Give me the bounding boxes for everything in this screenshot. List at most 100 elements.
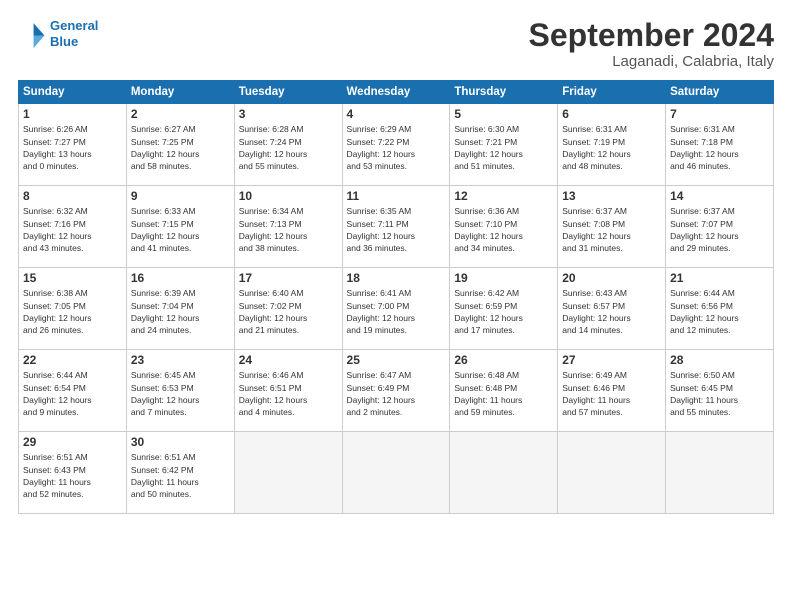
calendar-cell: 27Sunrise: 6:49 AMSunset: 6:46 PMDayligh… bbox=[558, 350, 666, 432]
calendar-cell: 24 Sunrise: 6:46 AMSunset: 6:51 PMDayligh… bbox=[234, 350, 342, 432]
header: General Blue September 2024 Laganadi, Ca… bbox=[18, 18, 774, 70]
day-info: Sunrise: 6:51 AMSunset: 6:43 PMDaylight:… bbox=[23, 451, 122, 500]
day-info: Sunrise: 6:42 AMSunset: 6:59 PMDaylight:… bbox=[454, 287, 553, 336]
title-block: September 2024 Laganadi, Calabria, Italy bbox=[529, 18, 774, 70]
day-number: 25 bbox=[347, 353, 446, 367]
calendar-cell: 15 Sunrise: 6:38 AMSunset: 7:05 PMDayligh… bbox=[19, 268, 127, 350]
day-info: Sunrise: 6:50 AMSunset: 6:45 PMDaylight:… bbox=[670, 369, 769, 418]
day-number: 15 bbox=[23, 271, 122, 285]
day-number: 22 bbox=[23, 353, 122, 367]
logo-line1: General bbox=[50, 18, 98, 33]
day-info: Sunrise: 6:38 AMSunset: 7:05 PMDaylight:… bbox=[23, 287, 122, 336]
logo-line2: Blue bbox=[50, 34, 98, 50]
calendar-cell: 18Sunrise: 6:41 AMSunset: 7:00 PMDayligh… bbox=[342, 268, 450, 350]
calendar-cell: 23 Sunrise: 6:45 AMSunset: 6:53 PMDayligh… bbox=[126, 350, 234, 432]
weekday-header-tuesday: Tuesday bbox=[234, 81, 342, 104]
day-number: 4 bbox=[347, 107, 446, 121]
weekday-header-thursday: Thursday bbox=[450, 81, 558, 104]
weekday-header-saturday: Saturday bbox=[666, 81, 774, 104]
calendar-cell: 1Sunrise: 6:26 AMSunset: 7:27 PMDaylight… bbox=[19, 104, 127, 186]
day-info: Sunrise: 6:37 AMSunset: 7:07 PMDaylight:… bbox=[670, 205, 769, 254]
day-info: Sunrise: 6:33 AMSunset: 7:15 PMDaylight:… bbox=[131, 205, 230, 254]
calendar-cell: 13Sunrise: 6:37 AMSunset: 7:08 PMDayligh… bbox=[558, 186, 666, 268]
calendar-cell: 25 Sunrise: 6:47 AMSunset: 6:49 PMDayligh… bbox=[342, 350, 450, 432]
calendar-cell: 5Sunrise: 6:30 AMSunset: 7:21 PMDaylight… bbox=[450, 104, 558, 186]
day-info: Sunrise: 6:41 AMSunset: 7:00 PMDaylight:… bbox=[347, 287, 446, 336]
calendar-cell bbox=[558, 432, 666, 514]
day-info: Sunrise: 6:43 AMSunset: 6:57 PMDaylight:… bbox=[562, 287, 661, 336]
day-info: Sunrise: 6:47 AMSunset: 6:49 PMDaylight:… bbox=[347, 369, 446, 418]
day-info: Sunrise: 6:27 AMSunset: 7:25 PMDaylight:… bbox=[131, 123, 230, 172]
week-row-1: 8Sunrise: 6:32 AMSunset: 7:16 PMDaylight… bbox=[19, 186, 774, 268]
day-info: Sunrise: 6:31 AMSunset: 7:19 PMDaylight:… bbox=[562, 123, 661, 172]
calendar-cell: 16Sunrise: 6:39 AMSunset: 7:04 PMDayligh… bbox=[126, 268, 234, 350]
calendar-cell: 14 Sunrise: 6:37 AMSunset: 7:07 PMDayligh… bbox=[666, 186, 774, 268]
calendar-cell: 2 Sunrise: 6:27 AMSunset: 7:25 PMDaylight… bbox=[126, 104, 234, 186]
day-number: 10 bbox=[239, 189, 338, 203]
day-info: Sunrise: 6:48 AMSunset: 6:48 PMDaylight:… bbox=[454, 369, 553, 418]
day-number: 27 bbox=[562, 353, 661, 367]
day-info: Sunrise: 6:45 AMSunset: 6:53 PMDaylight:… bbox=[131, 369, 230, 418]
calendar-cell: 6 Sunrise: 6:31 AMSunset: 7:19 PMDaylight… bbox=[558, 104, 666, 186]
day-number: 26 bbox=[454, 353, 553, 367]
day-number: 6 bbox=[562, 107, 661, 121]
day-info: Sunrise: 6:26 AMSunset: 7:27 PMDaylight:… bbox=[23, 123, 122, 172]
logo-text: General Blue bbox=[50, 18, 98, 49]
day-number: 21 bbox=[670, 271, 769, 285]
day-number: 2 bbox=[131, 107, 230, 121]
day-number: 3 bbox=[239, 107, 338, 121]
day-info: Sunrise: 6:44 AMSunset: 6:56 PMDaylight:… bbox=[670, 287, 769, 336]
day-number: 29 bbox=[23, 435, 122, 449]
calendar-cell: 11Sunrise: 6:35 AMSunset: 7:11 PMDayligh… bbox=[342, 186, 450, 268]
calendar-cell: 7 Sunrise: 6:31 AMSunset: 7:18 PMDaylight… bbox=[666, 104, 774, 186]
weekday-header-wednesday: Wednesday bbox=[342, 81, 450, 104]
day-info: Sunrise: 6:30 AMSunset: 7:21 PMDaylight:… bbox=[454, 123, 553, 172]
logo: General Blue bbox=[18, 18, 98, 49]
calendar-cell: 29 Sunrise: 6:51 AMSunset: 6:43 PMDayligh… bbox=[19, 432, 127, 514]
day-number: 28 bbox=[670, 353, 769, 367]
day-info: Sunrise: 6:40 AMSunset: 7:02 PMDaylight:… bbox=[239, 287, 338, 336]
calendar-cell: 9 Sunrise: 6:33 AMSunset: 7:15 PMDaylight… bbox=[126, 186, 234, 268]
weekday-header-sunday: Sunday bbox=[19, 81, 127, 104]
day-info: Sunrise: 6:35 AMSunset: 7:11 PMDaylight:… bbox=[347, 205, 446, 254]
day-number: 9 bbox=[131, 189, 230, 203]
day-number: 23 bbox=[131, 353, 230, 367]
logo-icon bbox=[18, 20, 46, 48]
calendar-cell: 8Sunrise: 6:32 AMSunset: 7:16 PMDaylight… bbox=[19, 186, 127, 268]
day-info: Sunrise: 6:37 AMSunset: 7:08 PMDaylight:… bbox=[562, 205, 661, 254]
calendar-cell bbox=[666, 432, 774, 514]
calendar-table: SundayMondayTuesdayWednesdayThursdayFrid… bbox=[18, 80, 774, 514]
month-title: September 2024 bbox=[529, 18, 774, 53]
day-number: 20 bbox=[562, 271, 661, 285]
day-number: 7 bbox=[670, 107, 769, 121]
day-number: 17 bbox=[239, 271, 338, 285]
week-row-2: 15 Sunrise: 6:38 AMSunset: 7:05 PMDayligh… bbox=[19, 268, 774, 350]
calendar-cell: 21 Sunrise: 6:44 AMSunset: 6:56 PMDayligh… bbox=[666, 268, 774, 350]
calendar-cell: 10 Sunrise: 6:34 AMSunset: 7:13 PMDayligh… bbox=[234, 186, 342, 268]
day-number: 12 bbox=[454, 189, 553, 203]
calendar-cell: 26 Sunrise: 6:48 AMSunset: 6:48 PMDayligh… bbox=[450, 350, 558, 432]
week-row-3: 22Sunrise: 6:44 AMSunset: 6:54 PMDayligh… bbox=[19, 350, 774, 432]
day-number: 8 bbox=[23, 189, 122, 203]
day-info: Sunrise: 6:34 AMSunset: 7:13 PMDaylight:… bbox=[239, 205, 338, 254]
weekday-header-row: SundayMondayTuesdayWednesdayThursdayFrid… bbox=[19, 81, 774, 104]
day-number: 30 bbox=[131, 435, 230, 449]
day-info: Sunrise: 6:39 AMSunset: 7:04 PMDaylight:… bbox=[131, 287, 230, 336]
calendar-cell bbox=[342, 432, 450, 514]
calendar-cell: 19Sunrise: 6:42 AMSunset: 6:59 PMDayligh… bbox=[450, 268, 558, 350]
weekday-header-monday: Monday bbox=[126, 81, 234, 104]
day-info: Sunrise: 6:46 AMSunset: 6:51 PMDaylight:… bbox=[239, 369, 338, 418]
day-info: Sunrise: 6:29 AMSunset: 7:22 PMDaylight:… bbox=[347, 123, 446, 172]
day-number: 24 bbox=[239, 353, 338, 367]
calendar-cell: 30 Sunrise: 6:51 AMSunset: 6:42 PMDayligh… bbox=[126, 432, 234, 514]
calendar-cell: 3Sunrise: 6:28 AMSunset: 7:24 PMDaylight… bbox=[234, 104, 342, 186]
calendar-cell bbox=[234, 432, 342, 514]
week-row-0: 1Sunrise: 6:26 AMSunset: 7:27 PMDaylight… bbox=[19, 104, 774, 186]
page: General Blue September 2024 Laganadi, Ca… bbox=[0, 0, 792, 612]
day-number: 14 bbox=[670, 189, 769, 203]
location-subtitle: Laganadi, Calabria, Italy bbox=[529, 53, 774, 70]
day-info: Sunrise: 6:31 AMSunset: 7:18 PMDaylight:… bbox=[670, 123, 769, 172]
weekday-header-friday: Friday bbox=[558, 81, 666, 104]
calendar-cell: 22Sunrise: 6:44 AMSunset: 6:54 PMDayligh… bbox=[19, 350, 127, 432]
day-info: Sunrise: 6:51 AMSunset: 6:42 PMDaylight:… bbox=[131, 451, 230, 500]
